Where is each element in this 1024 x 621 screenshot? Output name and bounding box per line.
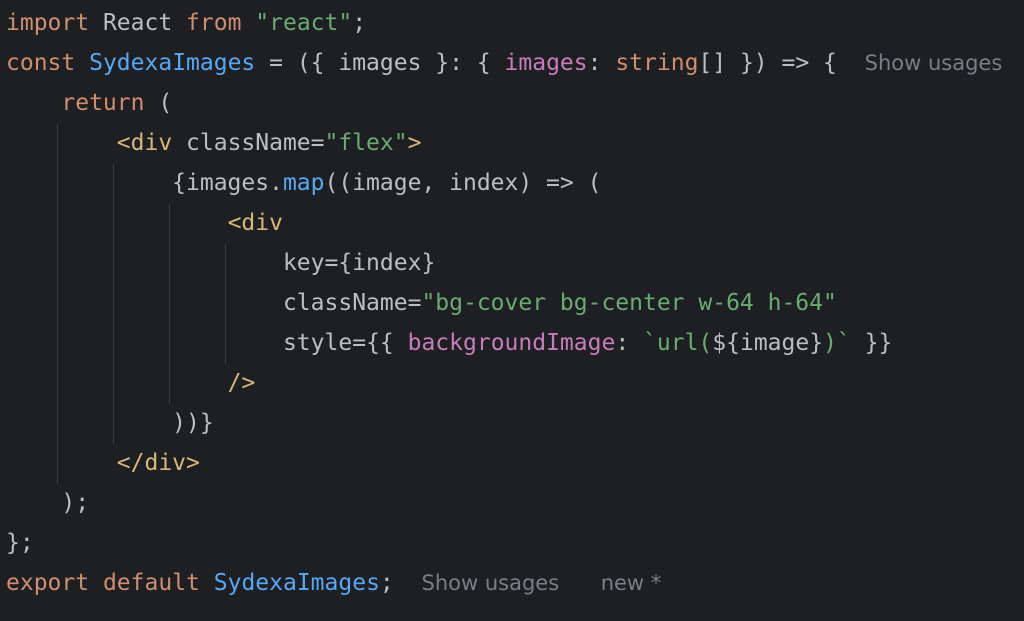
- show-usages-hint[interactable]: Show usages: [865, 51, 1003, 75]
- code-line-12[interactable]: </div>: [6, 443, 200, 483]
- equals: =: [310, 130, 325, 156]
- code-line-10[interactable]: />: [6, 363, 256, 403]
- attr-key: key: [282, 250, 325, 276]
- colon: :: [615, 330, 644, 356]
- code-line-2[interactable]: const SydexaImages = ({ images }: { imag…: [6, 43, 1002, 83]
- keyword-const: const: [6, 50, 76, 76]
- template-end: )`: [823, 330, 851, 356]
- component-name: SydexaImages: [89, 50, 256, 76]
- vcs-new-marker: new *: [600, 571, 662, 595]
- style-open: {{: [366, 330, 408, 356]
- jsx-tag-open: <div: [227, 210, 283, 236]
- identifier-react: React: [89, 10, 187, 36]
- colon: :: [587, 50, 616, 76]
- code-line-11[interactable]: ))}: [6, 403, 214, 443]
- expression-end: ))}: [172, 410, 214, 436]
- equals: =: [324, 250, 339, 276]
- module-string: "react": [255, 10, 353, 36]
- code-line-8[interactable]: className="bg-cover bg-center w-64 h-64": [6, 283, 837, 323]
- params-close: [] }) => {: [698, 50, 837, 76]
- code-line-14[interactable]: };: [6, 523, 34, 563]
- keyword-export: export: [6, 570, 90, 596]
- key-value: {index}: [338, 250, 436, 276]
- code-line-15[interactable]: export default SydexaImages; Show usages…: [6, 563, 661, 603]
- prop-background-image: backgroundImage: [407, 330, 616, 356]
- jsx-closing-tag: </div>: [116, 450, 200, 476]
- code-line-7[interactable]: key={index}: [6, 243, 435, 283]
- component-name: SydexaImages: [213, 570, 380, 596]
- code-line-9[interactable]: style={{ backgroundImage: `url(${image})…: [6, 323, 892, 363]
- template-start: `url(: [643, 330, 713, 356]
- prop-images: images: [504, 50, 588, 76]
- keyword-import: import: [6, 10, 90, 36]
- code-line-13[interactable]: );: [6, 483, 89, 523]
- map-callback: ((image, index) => (: [324, 170, 602, 196]
- jsx-tag-close: >: [407, 130, 422, 156]
- jsx-self-close: />: [227, 370, 256, 396]
- jsx-tag-open: <div: [116, 130, 173, 156]
- code-line-4[interactable]: <div className="flex">: [6, 123, 422, 163]
- type-string: string: [615, 50, 699, 76]
- attr-classname: className: [186, 130, 311, 156]
- attr-style: style: [282, 330, 353, 356]
- template-interpolation: ${image}: [712, 330, 824, 356]
- class-value: "flex": [324, 130, 408, 156]
- keyword-from: from: [186, 10, 242, 36]
- params-open: = ({ images }: {: [255, 50, 505, 76]
- style-close: }}: [850, 330, 893, 356]
- attr-classname: className: [282, 290, 408, 316]
- show-usages-hint[interactable]: Show usages: [421, 571, 559, 595]
- code-line-3[interactable]: return (: [6, 83, 172, 123]
- function-end: };: [6, 530, 34, 556]
- semicolon: ;: [379, 570, 394, 596]
- method-map: map: [282, 170, 325, 196]
- expression-start: {images.: [172, 170, 283, 196]
- equals: =: [352, 330, 367, 356]
- code-line-5[interactable]: {images.map((image, index) => (: [6, 163, 601, 203]
- return-end: );: [61, 490, 90, 516]
- keyword-default: default: [102, 570, 200, 596]
- equals: =: [407, 290, 422, 316]
- code-line-1[interactable]: import React from "react";: [6, 3, 366, 43]
- class-value: "bg-cover bg-center w-64 h-64": [421, 290, 837, 316]
- paren-open: (: [144, 90, 173, 116]
- semicolon: ;: [352, 10, 367, 36]
- code-editor[interactable]: import React from "react"; const SydexaI…: [0, 0, 1024, 621]
- keyword-return: return: [61, 90, 145, 116]
- code-line-6[interactable]: <div: [6, 203, 283, 243]
